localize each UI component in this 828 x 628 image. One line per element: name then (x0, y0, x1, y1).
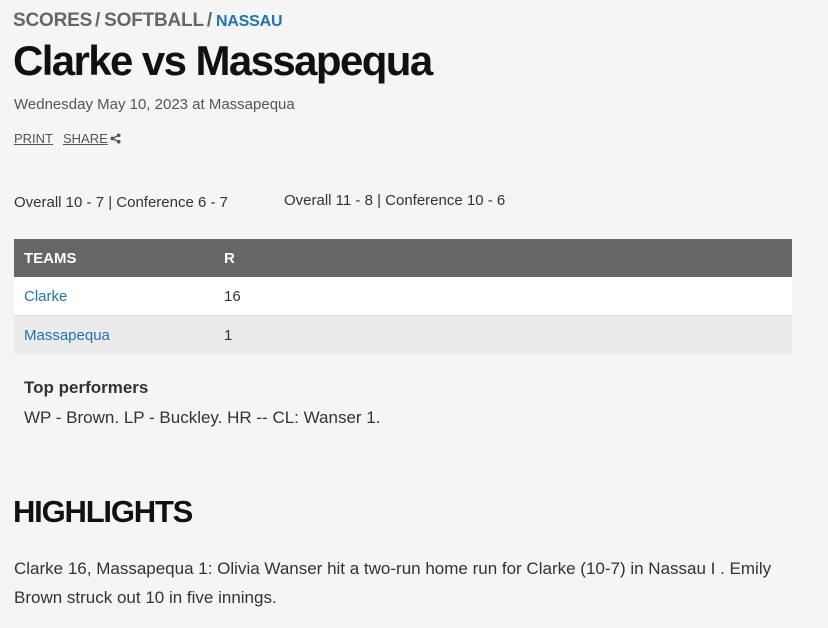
page-title: Clarke vs Massapequa (13, 37, 433, 84)
share-link[interactable]: SHARE (63, 131, 121, 146)
score-table: TEAMS R Clarke 16 Massapequa 1 (14, 239, 792, 354)
table-row: Massapequa 1 (14, 315, 792, 354)
print-link[interactable]: PRINT (14, 131, 53, 146)
share-label: SHARE (63, 131, 108, 146)
team-cell: Clarke (14, 277, 214, 316)
highlights-body: Clarke 16, Massapequa 1: Olivia Wanser h… (14, 559, 772, 607)
teams-column-header: TEAMS (14, 239, 214, 277)
runs-cell: 1 (214, 315, 792, 354)
breadcrumb-nassau-link[interactable]: NASSAU (216, 13, 283, 30)
breadcrumb-separator: / (95, 10, 101, 31)
breadcrumb-separator: / (206, 10, 212, 31)
team-cell: Massapequa (14, 315, 214, 354)
breadcrumb: SCORES / SOFTBALL / NASSAU (13, 10, 283, 32)
breadcrumb-scores[interactable]: SCORES (13, 10, 92, 31)
article-actions: PRINT SHARE (14, 131, 131, 147)
highlights-heading: HIGHLIGHTS (13, 494, 193, 529)
score-table-header: TEAMS R (14, 239, 792, 277)
top-performers-text: WP - Brown. LP - Buckley. HR -- CL: Wans… (24, 408, 381, 427)
team-link-clarke[interactable]: Clarke (24, 288, 67, 305)
top-performers-heading: Top performers (24, 378, 149, 397)
runs-cell: 16 (214, 277, 792, 316)
breadcrumb-softball[interactable]: SOFTBALL (104, 10, 204, 31)
share-icon (110, 132, 121, 147)
team-link-massapequa[interactable]: Massapequa (24, 327, 110, 344)
runs-column-header: R (214, 239, 792, 277)
table-row: Clarke 16 (14, 277, 792, 316)
game-dateline: Wednesday May 10, 2023 at Massapequa (14, 96, 295, 113)
team-record-clarke: Overall 10 - 7 | Conference 6 - 7 (14, 194, 228, 211)
team-record-massapequa: Overall 11 - 8 | Conference 10 - 6 (284, 192, 506, 209)
